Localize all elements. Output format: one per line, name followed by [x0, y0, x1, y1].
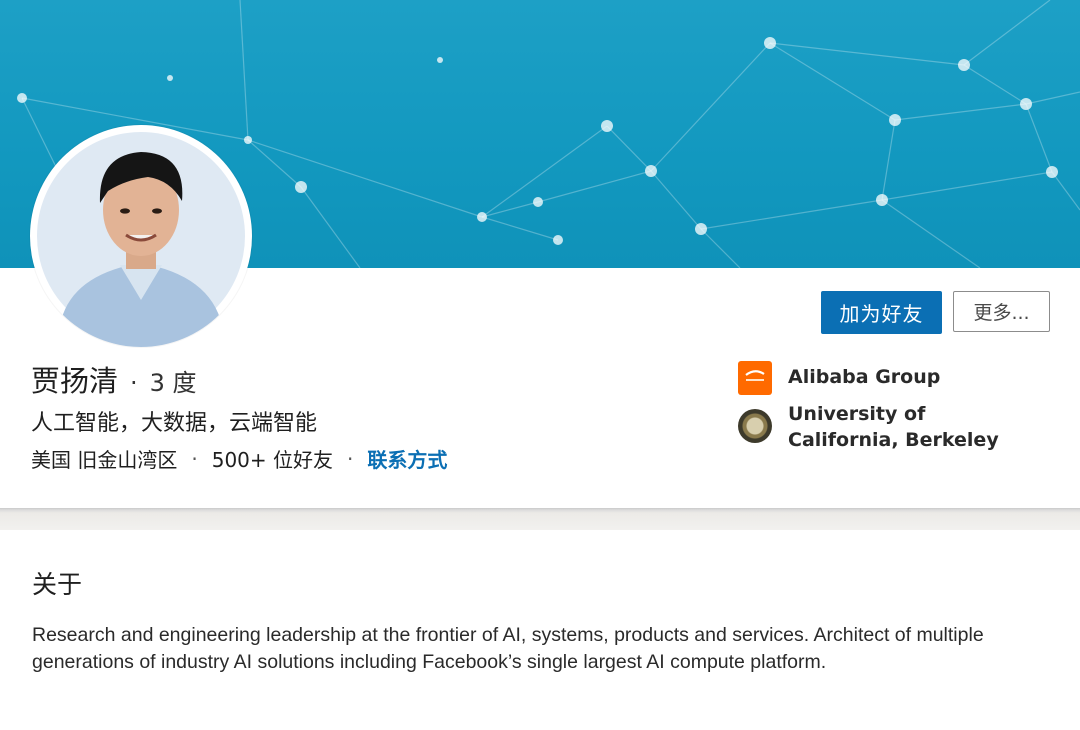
- profile-headline: 人工智能，大数据，云端智能: [31, 411, 318, 436]
- connect-button[interactable]: 加为好友: [821, 291, 942, 334]
- contact-info-link[interactable]: 联系方式: [367, 444, 447, 473]
- more-button[interactable]: 更多...: [953, 291, 1050, 332]
- name-row: 贾扬清 · 3 度: [31, 358, 197, 398]
- profile-meta: 美国 旧金山湾区 · 500+ 位好友 · 联系方式: [31, 444, 447, 473]
- current-company[interactable]: Alibaba Group: [738, 361, 940, 395]
- berkeley-seal-icon: [738, 409, 772, 443]
- about-title: 关于: [32, 570, 83, 599]
- school-name: University of California, Berkeley: [788, 403, 999, 451]
- meta-separator: ·: [347, 446, 354, 471]
- company-name: Alibaba Group: [788, 366, 941, 388]
- about-section: 关于 Research and engineering leadership a…: [0, 530, 1080, 730]
- profile-avatar[interactable]: [30, 125, 252, 347]
- meta-separator: ·: [191, 446, 198, 471]
- connection-degree: 3 度: [149, 369, 197, 397]
- alibaba-logo-icon: [738, 361, 772, 395]
- section-divider: [0, 508, 1080, 530]
- name-separator: ·: [130, 369, 138, 397]
- person-avatar-icon: [37, 132, 245, 347]
- education-school[interactable]: University of California, Berkeley: [738, 401, 1038, 453]
- about-body: Research and engineering leadership at t…: [32, 624, 984, 673]
- profile-name: 贾扬清: [31, 364, 119, 398]
- connections-count: 500+ 位好友: [211, 448, 334, 472]
- profile-location: 美国 旧金山湾区: [31, 448, 178, 472]
